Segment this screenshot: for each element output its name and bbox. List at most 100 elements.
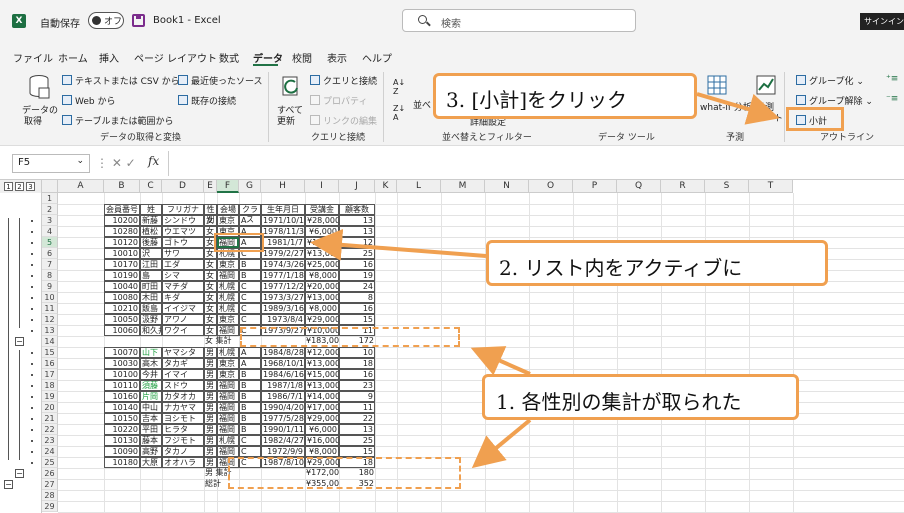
table-cell[interactable]: 10210 <box>104 303 140 314</box>
table-cell[interactable]: 25 <box>339 435 375 446</box>
table-cell[interactable]: 男 <box>204 347 217 358</box>
table-cell[interactable]: 女 <box>204 270 217 281</box>
from-web-button[interactable]: Web から <box>62 94 115 107</box>
table-cell[interactable]: 新藤 <box>140 215 162 226</box>
hide-detail-icon[interactable]: ⁻≡ <box>886 94 898 104</box>
table-header-cell[interactable]: クラス <box>239 204 261 224</box>
row-header-4[interactable]: 4 <box>42 226 58 237</box>
table-cell[interactable]: 男 <box>204 369 217 380</box>
row-header-10[interactable]: 10 <box>42 292 58 303</box>
table-cell[interactable]: 10070 <box>104 347 140 358</box>
table-cell[interactable]: ゴトウ <box>162 237 204 248</box>
column-header-i[interactable]: I <box>305 180 339 193</box>
table-cell[interactable]: 女 <box>204 314 217 325</box>
table-cell[interactable]: オオハラ <box>162 457 204 468</box>
table-cell[interactable]: 23 <box>339 380 375 391</box>
table-cell[interactable]: B <box>239 424 261 435</box>
table-cell[interactable]: 10060 <box>104 325 140 336</box>
table-cell[interactable]: 男 <box>204 457 217 468</box>
column-header-t[interactable]: T <box>749 180 793 193</box>
row-header-16[interactable]: 16 <box>42 358 58 369</box>
row-header-28[interactable]: 28 <box>42 490 58 501</box>
table-cell[interactable]: ¥8,000 <box>305 303 339 314</box>
table-cell[interactable]: 男 <box>204 435 217 446</box>
table-cell[interactable]: イマイ <box>162 369 204 380</box>
table-cell[interactable]: 16 <box>339 259 375 270</box>
table-cell[interactable]: 今井 <box>140 369 162 380</box>
table-cell[interactable]: マチダ <box>162 281 204 292</box>
table-cell[interactable]: C <box>239 281 261 292</box>
row-header-11[interactable]: 11 <box>42 303 58 314</box>
row-header-13[interactable]: 13 <box>42 325 58 336</box>
table-cell[interactable]: 10030 <box>104 358 140 369</box>
table-cell[interactable]: ナカヤマ <box>162 402 204 413</box>
table-cell[interactable]: ¥13,000 <box>305 358 339 369</box>
table-cell[interactable]: ヨシモト <box>162 413 204 424</box>
table-cell[interactable]: 10200 <box>104 215 140 226</box>
show-detail-icon[interactable]: ⁺≡ <box>886 74 898 84</box>
table-cell[interactable]: 10130 <box>104 435 140 446</box>
column-header-b[interactable]: B <box>104 180 140 193</box>
what-if-button[interactable]: what-if 分析 <box>700 100 752 113</box>
table-cell[interactable]: 10180 <box>104 457 140 468</box>
save-icon[interactable] <box>132 14 145 27</box>
row-header-12[interactable]: 12 <box>42 314 58 325</box>
table-cell[interactable]: 13 <box>339 215 375 226</box>
column-header-q[interactable]: Q <box>617 180 661 193</box>
table-cell[interactable]: B <box>239 380 261 391</box>
name-box[interactable]: F5 ⌄ <box>12 154 90 173</box>
table-cell[interactable]: 1984/6/16 <box>261 369 305 380</box>
table-cell[interactable]: 10100 <box>104 369 140 380</box>
table-cell[interactable]: 1981/1/7 <box>261 237 305 248</box>
table-cell[interactable]: 10280 <box>104 226 140 237</box>
table-header-cell[interactable]: 顧客数 <box>339 204 375 215</box>
table-cell[interactable]: 1987/1/8 <box>261 380 305 391</box>
table-cell[interactable]: キダ <box>162 292 204 303</box>
row-header-17[interactable]: 17 <box>42 369 58 380</box>
column-header-n[interactable]: N <box>485 180 529 193</box>
table-cell[interactable]: 1968/10/19 <box>261 358 305 369</box>
table-cell[interactable]: 16 <box>339 369 375 380</box>
table-cell[interactable]: ¥16,000 <box>305 435 339 446</box>
table-cell[interactable]: 福岡 <box>217 325 239 336</box>
column-header-s[interactable]: S <box>705 180 749 193</box>
table-cell[interactable]: タカノ <box>162 446 204 457</box>
table-cell[interactable]: 札幌 <box>217 303 239 314</box>
table-cell[interactable]: 和久井 <box>140 325 162 336</box>
table-cell[interactable]: 福岡 <box>217 424 239 435</box>
formula-input[interactable] <box>168 151 904 176</box>
table-cell[interactable]: 男 <box>204 446 217 457</box>
column-header-e[interactable]: E <box>204 180 217 193</box>
collapse-all-button[interactable]: − <box>4 480 13 489</box>
table-cell[interactable]: 1974/3/26 <box>261 259 305 270</box>
table-cell[interactable]: 東京 <box>217 259 239 270</box>
table-cell[interactable]: 大原 <box>140 457 162 468</box>
row-header-26[interactable]: 26 <box>42 468 58 479</box>
tab-insert[interactable]: 挿入 <box>99 50 119 65</box>
table-cell[interactable]: B <box>239 259 261 270</box>
table-cell[interactable]: 1990/1/11 <box>261 424 305 435</box>
table-cell[interactable]: C <box>239 303 261 314</box>
table-cell[interactable]: 福岡 <box>217 446 239 457</box>
table-cell[interactable]: ¥20,000 <box>305 281 339 292</box>
table-cell[interactable]: C <box>239 435 261 446</box>
table-cell[interactable]: 10140 <box>104 402 140 413</box>
collapse-female-button[interactable]: − <box>15 337 24 346</box>
properties-button[interactable]: プロパティ <box>310 94 367 107</box>
table-cell[interactable]: 女 <box>204 303 217 314</box>
table-cell[interactable]: 1979/2/27 <box>261 248 305 259</box>
table-cell[interactable]: B <box>239 369 261 380</box>
table-cell[interactable]: 女 <box>204 281 217 292</box>
table-cell[interactable]: 札幌 <box>217 281 239 292</box>
table-header-cell[interactable]: 生年月日 <box>261 204 305 215</box>
table-cell[interactable]: 10 <box>339 347 375 358</box>
table-cell[interactable]: 女 <box>204 292 217 303</box>
insert-function-button[interactable]: fx <box>148 154 159 168</box>
row-header-2[interactable]: 2 <box>42 204 58 215</box>
table-cell[interactable]: ヤマシタ <box>162 347 204 358</box>
table-cell[interactable]: 江田 <box>140 259 162 270</box>
table-header-cell[interactable]: 会場 <box>217 204 239 215</box>
table-cell[interactable]: イイジマ <box>162 303 204 314</box>
table-cell[interactable]: 福岡 <box>217 413 239 424</box>
get-data-button-line2[interactable]: 取得 <box>24 114 42 127</box>
